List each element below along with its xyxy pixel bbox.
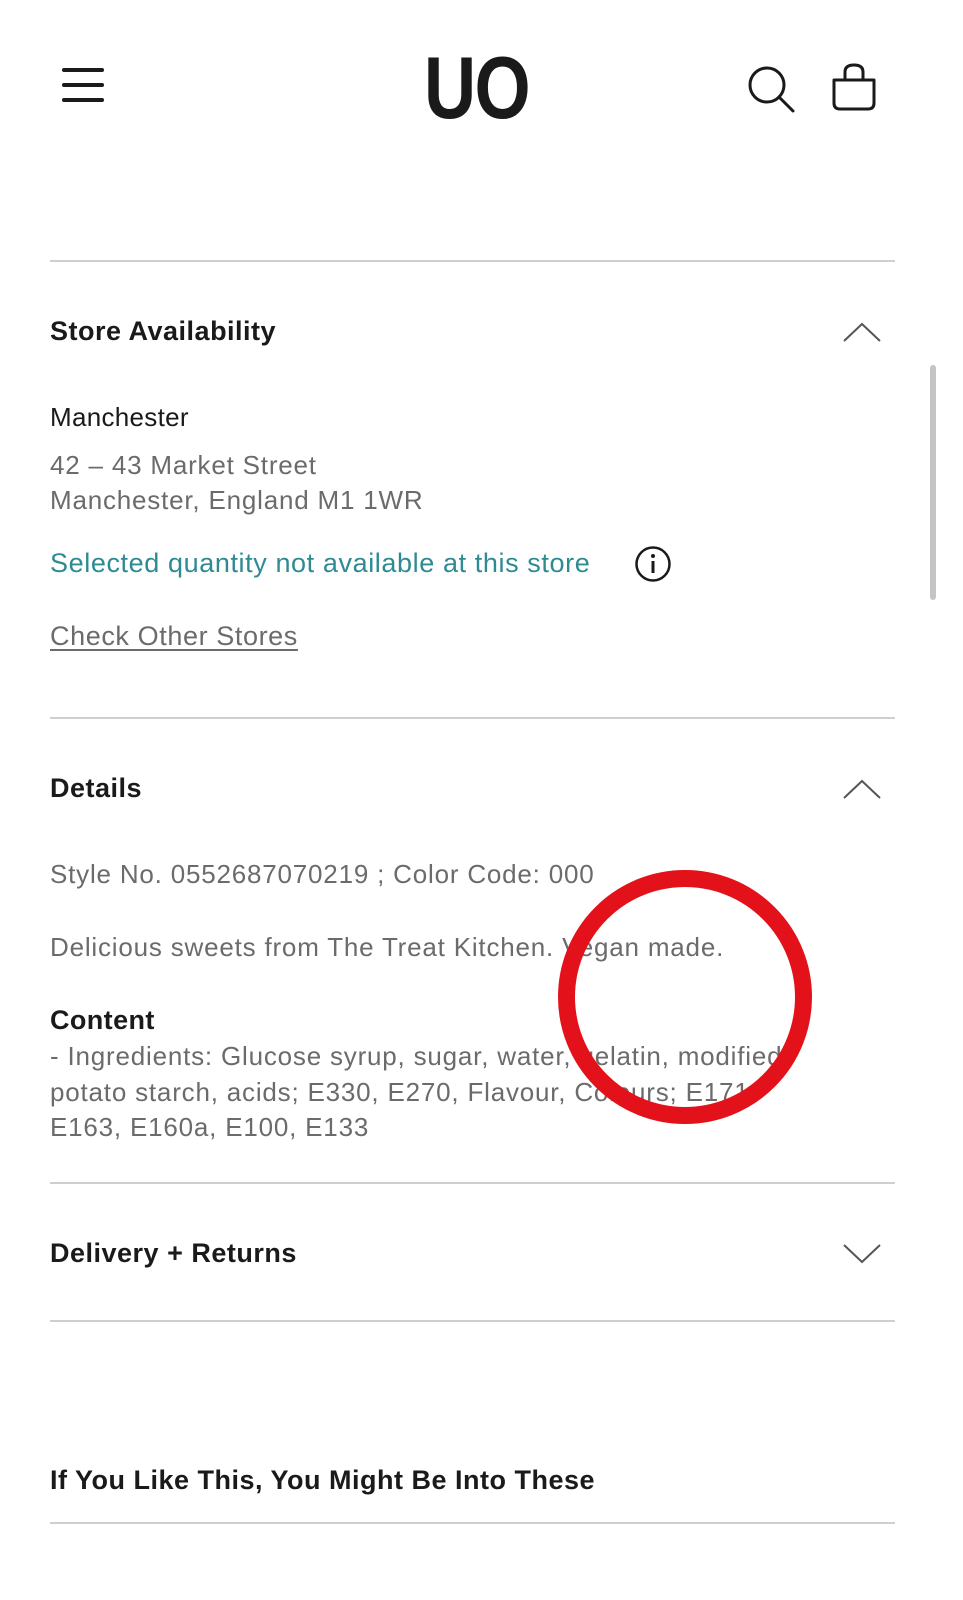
check-other-stores-link[interactable]: Check Other Stores — [50, 621, 298, 652]
chevron-up-icon[interactable] — [842, 320, 882, 344]
divider — [50, 1522, 895, 1524]
store-name: Manchester — [50, 402, 189, 432]
content-title: Content — [50, 1005, 155, 1035]
store-address-line1: 42 – 43 Market Street — [50, 450, 317, 480]
info-icon[interactable] — [634, 545, 672, 583]
annotation-circle — [558, 870, 812, 1124]
divider — [50, 1320, 895, 1322]
hamburger-menu-icon[interactable] — [62, 68, 104, 102]
divider — [50, 260, 895, 262]
shopping-bag-icon[interactable] — [830, 62, 878, 114]
divider — [50, 717, 895, 719]
scrollbar[interactable] — [930, 365, 936, 600]
recommendations-title: If You Like This, You Might Be Into Thes… — [50, 1465, 596, 1495]
store-address-line2: Manchester, England M1 1WR — [50, 485, 424, 515]
details-title[interactable]: Details — [50, 773, 142, 804]
availability-message: Selected quantity not available at this … — [50, 548, 591, 578]
product-page: UO Store Availability Manchester 42 – 43… — [0, 0, 963, 1600]
search-icon[interactable] — [746, 64, 798, 116]
brand-logo[interactable]: UO — [424, 44, 531, 132]
chevron-down-icon[interactable] — [842, 1242, 882, 1266]
delivery-returns-title[interactable]: Delivery + Returns — [50, 1238, 297, 1269]
style-number: Style No. 0552687070219 ; Color Code: 00… — [50, 859, 595, 889]
chevron-up-icon[interactable] — [842, 777, 882, 801]
divider — [50, 1182, 895, 1184]
store-availability-title[interactable]: Store Availability — [50, 316, 276, 347]
